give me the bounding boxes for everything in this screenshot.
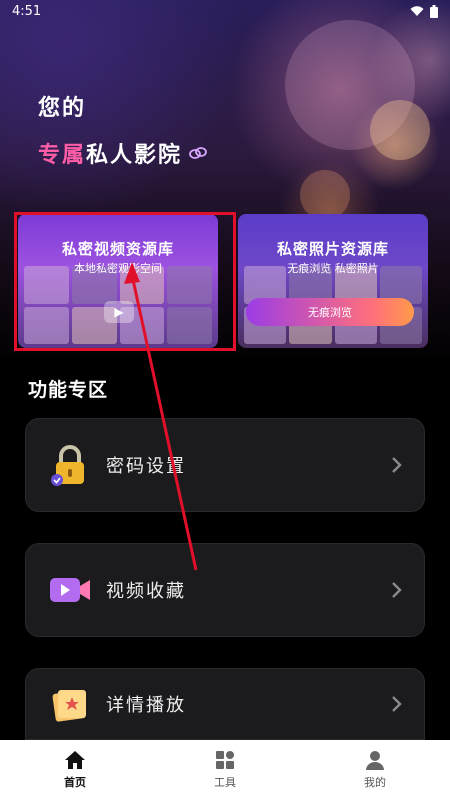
- tab-label: 我的: [364, 776, 386, 789]
- home-icon: [64, 750, 86, 770]
- photo-card-title: 私密照片资源库: [276, 240, 389, 258]
- lock-icon: [48, 443, 92, 487]
- feature-detail-playback[interactable]: 详情播放: [25, 668, 425, 740]
- wifi-icon: [410, 5, 424, 17]
- hero-title-accent: 专属: [38, 143, 87, 168]
- tab-label: 工具: [214, 776, 236, 789]
- bottom-tab-bar: 首页 工具 我的: [0, 740, 450, 800]
- chevron-right-icon: [390, 456, 424, 474]
- status-time: 4:51: [12, 3, 42, 19]
- hero-title-line2: 专属 私人影院: [38, 137, 208, 169]
- section-title: 功能专区: [28, 379, 109, 401]
- tab-label: 首页: [64, 776, 86, 789]
- profile-icon: [365, 750, 385, 770]
- feature-label: 视频收藏: [106, 581, 186, 602]
- tab-home[interactable]: 首页: [25, 750, 125, 790]
- status-bar: 4:51: [0, 0, 450, 22]
- tab-tools[interactable]: 工具: [175, 750, 275, 790]
- feature-label: 详情播放: [106, 695, 186, 716]
- feature-label: 密码设置: [106, 456, 186, 477]
- feature-video-favorites[interactable]: 视频收藏: [25, 543, 425, 637]
- video-card-title: 私密视频资源库: [61, 240, 174, 258]
- hero-title-line1: 您的: [38, 96, 87, 121]
- video-card-subtitle: 本地私密观影空间: [74, 262, 162, 275]
- chevron-right-icon: [390, 581, 424, 599]
- video-icon: [48, 568, 92, 612]
- photo-library-card[interactable]: 私密照片资源库 无痕浏览 私密照片: [238, 214, 428, 348]
- video-library-card[interactable]: 私密视频资源库 本地私密观影空间: [18, 214, 218, 348]
- tools-icon: [215, 750, 235, 770]
- hero-title-rest: 私人影院: [86, 143, 183, 168]
- play-icon[interactable]: ▶: [104, 301, 134, 323]
- link-icon: [188, 145, 208, 161]
- chevron-right-icon: [390, 695, 424, 713]
- photo-card-subtitle: 无痕浏览 私密照片: [287, 262, 379, 275]
- battery-icon: [430, 4, 438, 18]
- book-icon: [48, 682, 92, 726]
- incognito-browse-button[interactable]: 无痕浏览: [246, 298, 414, 326]
- feature-password-settings[interactable]: 密码设置: [25, 418, 425, 512]
- tab-profile[interactable]: 我的: [325, 750, 425, 790]
